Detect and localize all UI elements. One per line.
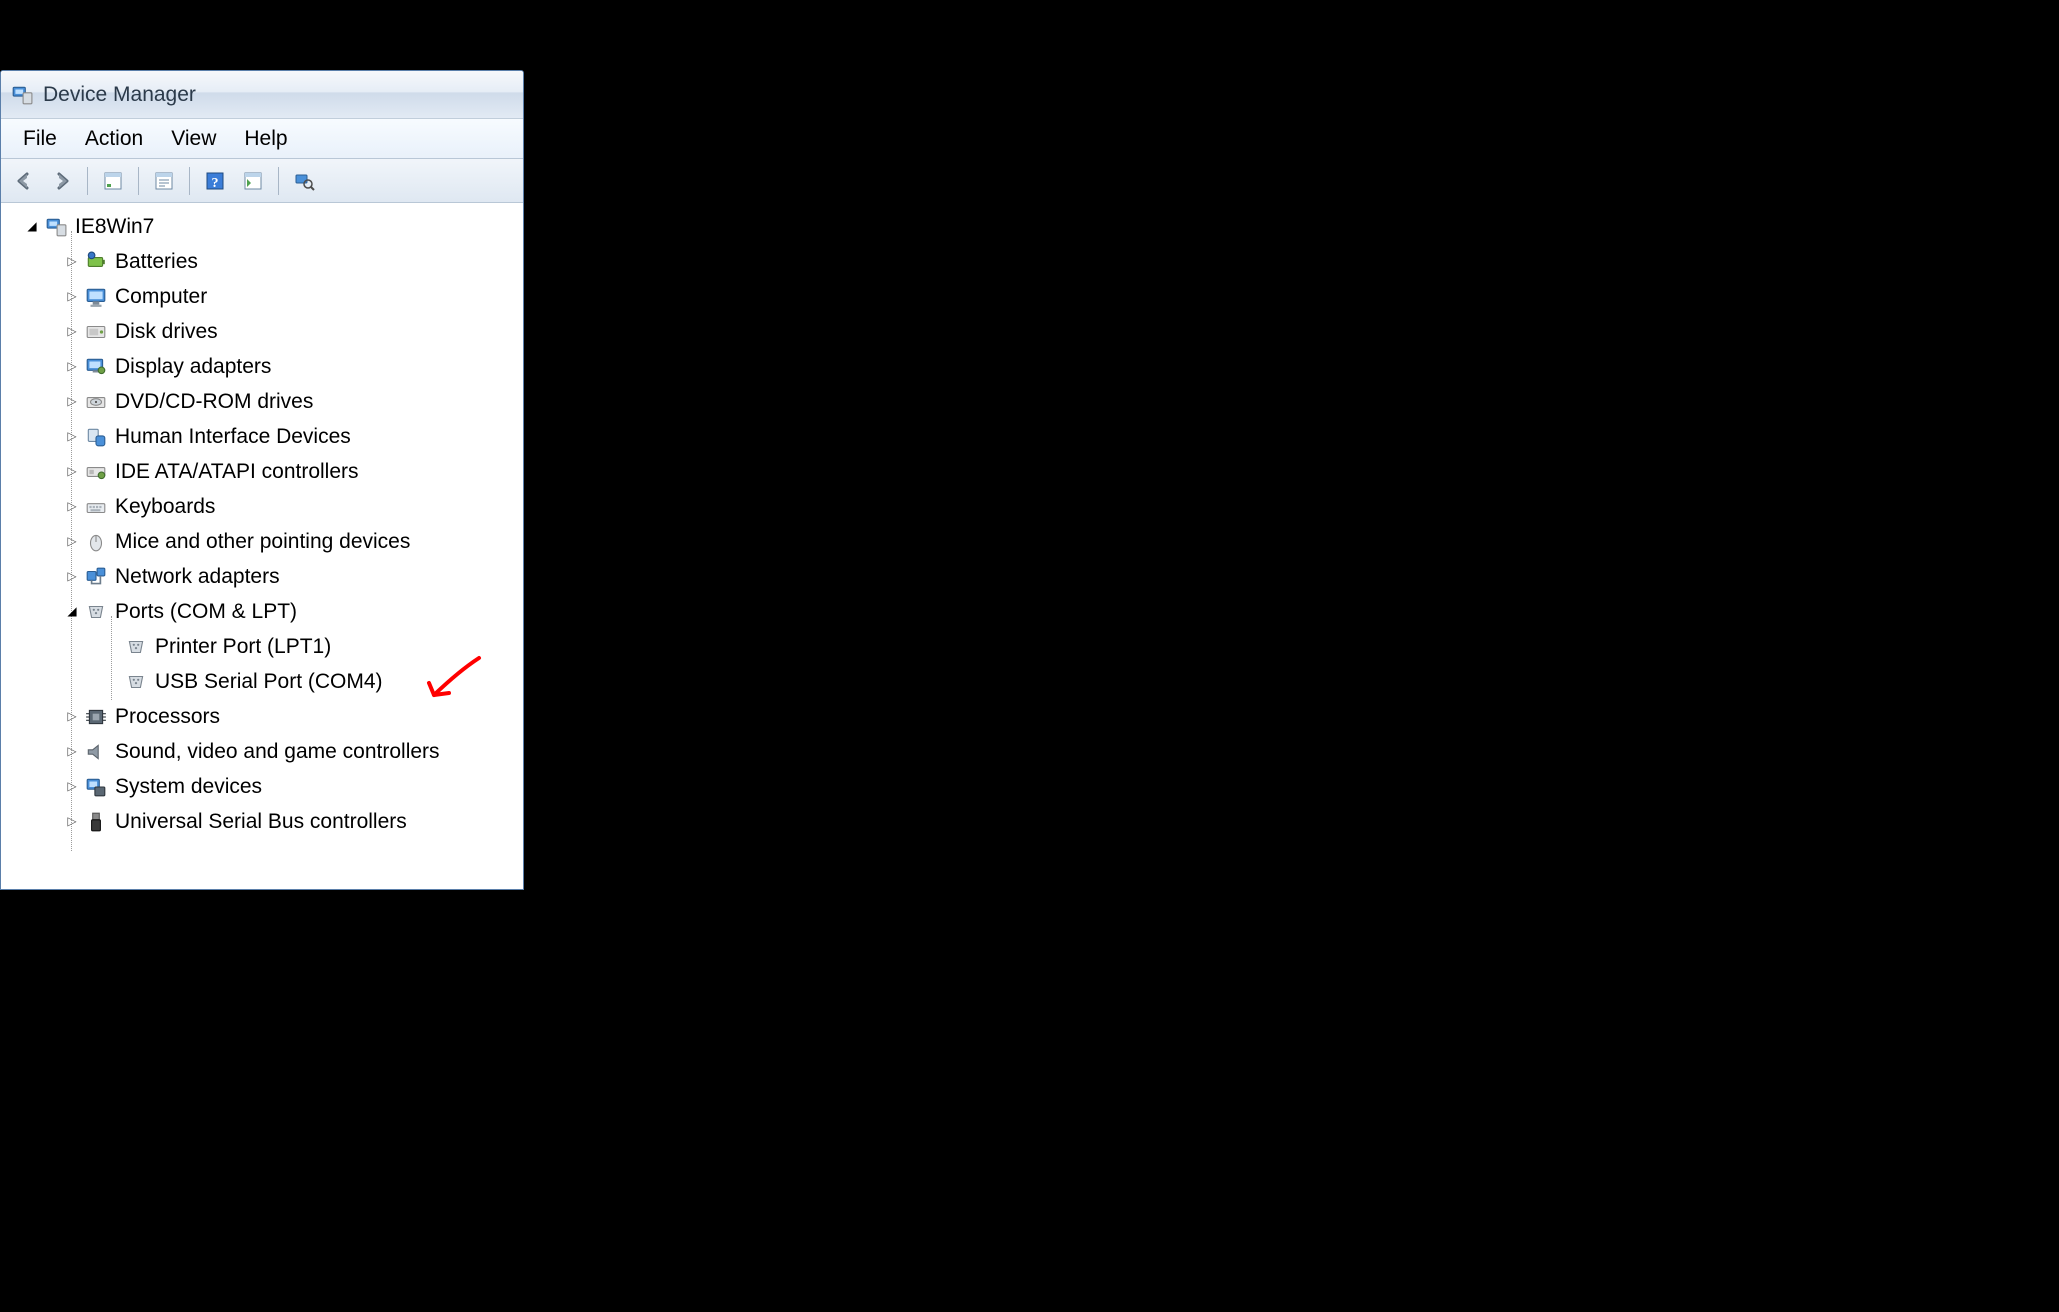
keyboard-icon	[81, 496, 111, 518]
tree-node-label[interactable]: System devices	[115, 769, 262, 804]
tree-node-optical-drives[interactable]: ▷ DVD/CD-ROM drives	[7, 384, 519, 419]
tree-node-label[interactable]: Mice and other pointing devices	[115, 524, 410, 559]
show-hide-console-tree-button[interactable]	[96, 164, 130, 198]
expand-glyph-icon[interactable]: ▷	[65, 769, 79, 804]
expand-glyph-icon[interactable]: ▷	[65, 559, 79, 594]
toolbar-separator	[138, 167, 139, 195]
menu-action[interactable]: Action	[71, 123, 157, 155]
menu-bar: File Action View Help	[1, 119, 523, 159]
tree-node-label[interactable]: Sound, video and game controllers	[115, 734, 440, 769]
port-icon	[121, 636, 151, 658]
tree-node-label[interactable]: Network adapters	[115, 559, 280, 594]
menu-file[interactable]: File	[9, 123, 71, 155]
tree-node-label[interactable]: Computer	[115, 279, 207, 314]
expand-glyph-icon[interactable]: ▷	[65, 524, 79, 559]
expand-glyph-icon[interactable]: ▷	[65, 384, 79, 419]
tree-node-label[interactable]: Keyboards	[115, 489, 215, 524]
tree-node-disk-drives[interactable]: ▷ Disk drives	[7, 314, 519, 349]
hid-icon	[81, 426, 111, 448]
tree-node-label[interactable]: Human Interface Devices	[115, 419, 351, 454]
network-adapter-icon	[81, 566, 111, 588]
expand-glyph-icon[interactable]: ▷	[65, 419, 79, 454]
tree-node-sound[interactable]: ▷ Sound, video and game controllers	[7, 734, 519, 769]
expand-glyph-icon[interactable]: ▷	[65, 244, 79, 279]
tree-leaf-usb-serial-port[interactable]: USB Serial Port (COM4)	[7, 664, 519, 699]
usb-icon	[81, 811, 111, 833]
mouse-icon	[81, 531, 111, 553]
toolbar-separator	[87, 167, 88, 195]
expand-glyph-icon[interactable]: ▷	[65, 699, 79, 734]
system-device-icon	[81, 776, 111, 798]
processor-icon	[81, 706, 111, 728]
toolbar-separator	[189, 167, 190, 195]
tree-node-label[interactable]: Universal Serial Bus controllers	[115, 804, 407, 839]
port-icon	[121, 671, 151, 693]
tree-root-label[interactable]: IE8Win7	[75, 209, 154, 244]
tree-node-usb-controllers[interactable]: ▷ Universal Serial Bus controllers	[7, 804, 519, 839]
optical-drive-icon	[81, 391, 111, 413]
expand-glyph-icon[interactable]: ▷	[65, 804, 79, 839]
collapse-glyph-icon[interactable]: ◢	[65, 594, 79, 629]
properties-button[interactable]	[147, 164, 181, 198]
scan-for-hardware-changes-button[interactable]	[287, 164, 321, 198]
tree-node-network-adapters[interactable]: ▷ Network adapters	[7, 559, 519, 594]
menu-help[interactable]: Help	[230, 123, 301, 155]
tree-node-label[interactable]: Processors	[115, 699, 220, 734]
expand-glyph-icon[interactable]: ▷	[65, 734, 79, 769]
tree-node-label[interactable]: IDE ATA/ATAPI controllers	[115, 454, 359, 489]
toolbar-separator	[278, 167, 279, 195]
tree-node-ports[interactable]: ◢ Ports (COM & LPT)	[7, 594, 519, 629]
tree-node-computer[interactable]: ▷ Computer	[7, 279, 519, 314]
menu-view[interactable]: View	[157, 123, 230, 155]
port-icon	[81, 601, 111, 623]
device-tree[interactable]: ◢ IE8Win7 ▷ Batteries ▷ Computer ▷ Disk …	[1, 203, 523, 845]
tree-leaf-printer-port[interactable]: Printer Port (LPT1)	[7, 629, 519, 664]
toolbar	[1, 159, 523, 203]
expand-glyph-icon[interactable]: ▷	[65, 279, 79, 314]
tree-node-label[interactable]: DVD/CD-ROM drives	[115, 384, 313, 419]
forward-button[interactable]	[45, 164, 79, 198]
tree-node-batteries[interactable]: ▷ Batteries	[7, 244, 519, 279]
help-button[interactable]	[198, 164, 232, 198]
tree-node-label[interactable]: Disk drives	[115, 314, 218, 349]
tree-leaf-label[interactable]: USB Serial Port (COM4)	[155, 664, 383, 699]
device-manager-icon	[11, 84, 33, 106]
tree-node-label[interactable]: Display adapters	[115, 349, 271, 384]
tree-leaf-label[interactable]: Printer Port (LPT1)	[155, 629, 331, 664]
tree-node-hid[interactable]: ▷ Human Interface Devices	[7, 419, 519, 454]
battery-icon	[81, 251, 111, 273]
tree-node-display-adapters[interactable]: ▷ Display adapters	[7, 349, 519, 384]
expand-glyph-icon[interactable]: ▷	[65, 489, 79, 524]
tree-node-label[interactable]: Ports (COM & LPT)	[115, 594, 297, 629]
disk-drive-icon	[81, 321, 111, 343]
expand-glyph-icon[interactable]: ▷	[65, 349, 79, 384]
device-manager-window: Device Manager File Action View Help	[0, 70, 524, 890]
display-adapter-icon	[81, 356, 111, 378]
expand-glyph-icon[interactable]: ▷	[65, 314, 79, 349]
computer-icon	[41, 216, 71, 238]
tree-root-row[interactable]: ◢ IE8Win7	[7, 209, 519, 244]
tree-node-keyboards[interactable]: ▷ Keyboards	[7, 489, 519, 524]
expand-glyph-icon[interactable]: ▷	[65, 454, 79, 489]
computer-icon	[81, 286, 111, 308]
tree-node-system-devices[interactable]: ▷ System devices	[7, 769, 519, 804]
ide-controller-icon	[81, 461, 111, 483]
tree-node-label[interactable]: Batteries	[115, 244, 198, 279]
tree-node-mice[interactable]: ▷ Mice and other pointing devices	[7, 524, 519, 559]
title-bar[interactable]: Device Manager	[1, 71, 523, 119]
back-button[interactable]	[7, 164, 41, 198]
collapse-glyph-icon[interactable]: ◢	[25, 209, 39, 244]
sound-icon	[81, 741, 111, 763]
scan-hardware-button[interactable]	[236, 164, 270, 198]
window-title: Device Manager	[43, 83, 196, 107]
tree-node-ide[interactable]: ▷ IDE ATA/ATAPI controllers	[7, 454, 519, 489]
tree-node-processors[interactable]: ▷ Processors	[7, 699, 519, 734]
